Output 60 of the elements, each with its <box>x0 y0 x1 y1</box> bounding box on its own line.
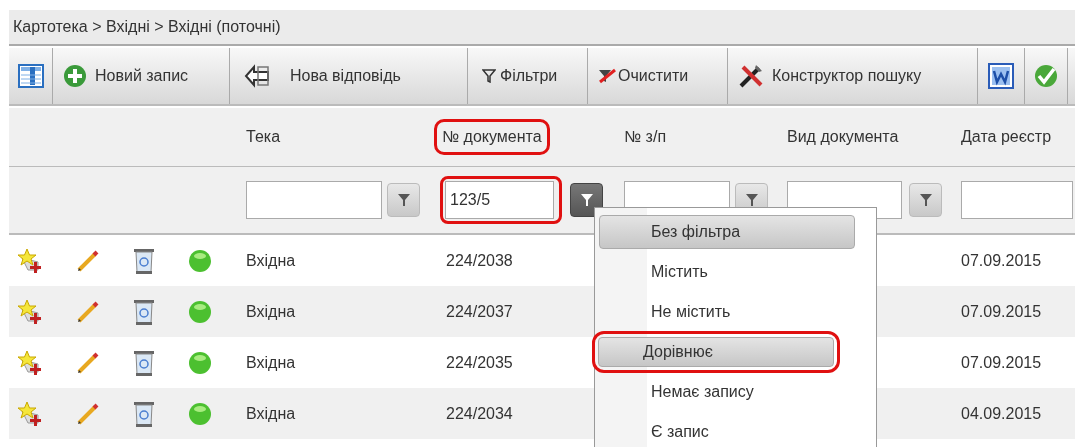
clear-filter-icon <box>598 68 616 84</box>
column-header[interactable]: Тека <box>246 128 281 146</box>
menu-item[interactable]: Не містить <box>599 295 855 329</box>
toolbar-button[interactable]: Новий запис <box>53 48 230 104</box>
column-header[interactable]: Вид документа <box>787 128 899 146</box>
toolbar-button[interactable]: Очистити <box>588 48 728 104</box>
filter-icon <box>396 193 411 207</box>
status-dot <box>188 401 212 426</box>
add-icon <box>63 64 87 88</box>
star-add-icon[interactable] <box>18 400 44 427</box>
table-cell: 07.09.2015 <box>961 251 1042 269</box>
table-cell: Вхідна <box>246 251 296 269</box>
pencil-icon[interactable] <box>76 299 100 324</box>
filter-icon <box>579 193 594 207</box>
filter-button[interactable] <box>387 183 420 217</box>
table-cell: 224/2034 <box>446 404 513 422</box>
table-cell: 224/2035 <box>446 353 513 371</box>
reply-icon <box>244 64 272 88</box>
trash-icon[interactable] <box>132 399 156 428</box>
column-header[interactable]: № документа <box>442 128 542 146</box>
tools-icon <box>738 63 764 89</box>
table-icon <box>17 64 44 88</box>
star-add-icon[interactable] <box>18 247 44 274</box>
star-add-icon[interactable] <box>18 298 44 325</box>
table-cell: Вхідна <box>246 404 296 422</box>
table-cell: 07.09.2015 <box>961 302 1042 320</box>
breadcrumb: Картотека > Вхідні > Вхідні (поточні) <box>13 18 281 36</box>
filter-field[interactable] <box>961 181 1073 219</box>
filter-icon <box>918 193 933 207</box>
document-icon <box>988 63 1014 89</box>
star-add-icon[interactable] <box>18 349 44 376</box>
pencil-icon[interactable] <box>76 401 100 426</box>
table-cell: Вхідна <box>246 302 296 320</box>
toolbar-button[interactable]: Конструктор пошуку <box>728 48 978 104</box>
column-header[interactable]: Дата реєстр <box>961 128 1052 146</box>
check-icon <box>1033 63 1059 89</box>
filter-field[interactable] <box>246 181 382 219</box>
toolbar-button[interactable]: Фільтри <box>468 48 588 104</box>
trash-icon[interactable] <box>132 246 156 275</box>
filter-button[interactable] <box>570 183 603 217</box>
menu-item[interactable]: Дорівнює <box>598 337 834 367</box>
filter-button[interactable] <box>909 183 942 217</box>
filter-icon <box>482 69 496 83</box>
status-dot <box>188 299 212 324</box>
pencil-icon[interactable] <box>76 350 100 375</box>
status-dot <box>188 248 212 273</box>
toolbar-button[interactable]: Нова відповідь <box>230 48 468 104</box>
menu-item[interactable]: Без фільтра <box>599 215 855 249</box>
filter-field[interactable]: 123/5 <box>445 181 554 219</box>
menu-item[interactable]: Містить <box>599 255 855 289</box>
column-header[interactable]: № з/п <box>624 128 667 146</box>
pencil-icon[interactable] <box>76 248 100 273</box>
table-cell: Вхідна <box>246 353 296 371</box>
status-dot <box>188 350 212 375</box>
trash-icon[interactable] <box>132 297 156 326</box>
table-cell: 224/2037 <box>446 302 513 320</box>
trash-icon[interactable] <box>132 348 156 377</box>
table-cell: 04.09.2015 <box>961 404 1042 422</box>
table-cell: 07.09.2015 <box>961 353 1042 371</box>
table-cell: 224/2038 <box>446 251 513 269</box>
